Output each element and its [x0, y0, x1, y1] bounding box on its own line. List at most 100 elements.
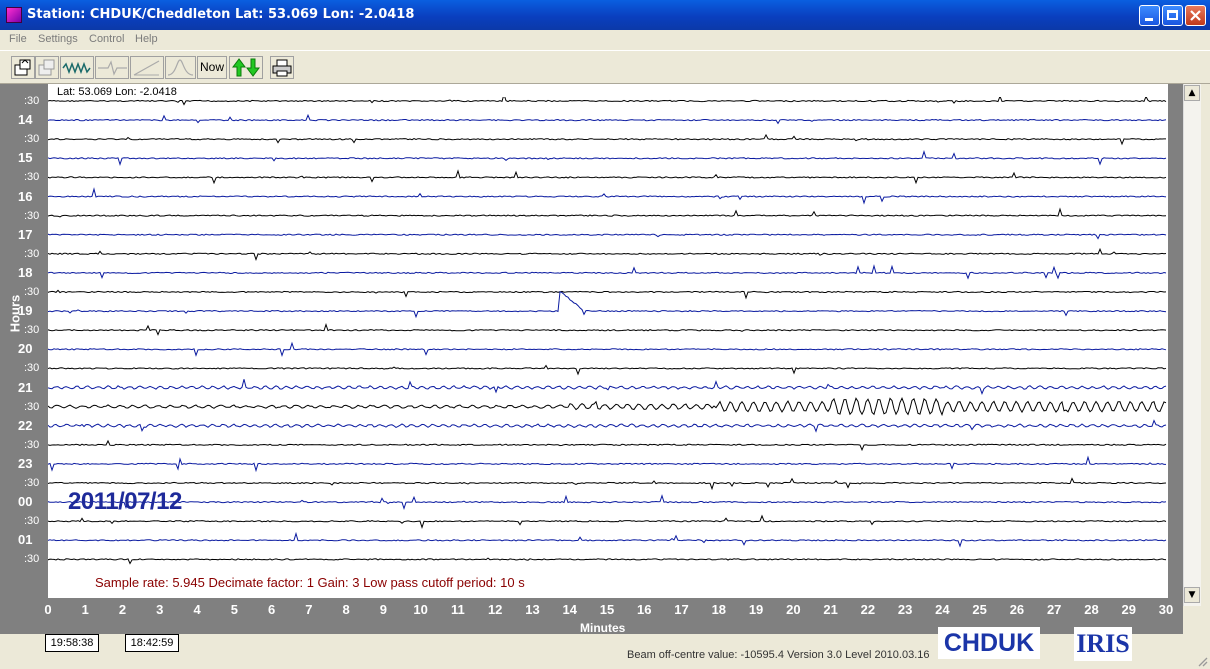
minute-tick-label: 16 — [637, 602, 652, 617]
save-button[interactable] — [35, 56, 59, 79]
trace-line — [48, 455, 1166, 473]
trace-line — [48, 419, 1167, 433]
menu-help[interactable]: Help — [135, 33, 158, 45]
minute-tick-label: 9 — [379, 602, 388, 617]
ramp-button[interactable] — [130, 56, 164, 79]
now-button[interactable]: Now — [197, 56, 227, 79]
save-icon — [38, 59, 55, 76]
half-hour-label: :30 — [24, 438, 40, 451]
app-icon[interactable] — [6, 7, 22, 23]
plot-header — [48, 84, 1168, 97]
vertical-scrollbar[interactable] — [1183, 84, 1201, 606]
chduk-logo: CHDUK — [938, 627, 1040, 659]
minute-tick-label: 1 — [81, 602, 89, 617]
trace-line — [48, 247, 1167, 262]
menu-control[interactable]: Control — [89, 33, 124, 45]
trace-line — [48, 97, 1167, 106]
print-icon — [272, 59, 292, 77]
hour-label: 16 — [18, 188, 33, 204]
peak-icon — [167, 59, 194, 76]
minute-tick-label: 20 — [786, 602, 801, 617]
waveform-icon — [62, 61, 91, 75]
trace-line — [48, 323, 1167, 336]
minute-tick-label: 8 — [342, 602, 350, 617]
minute-tick-label: 5 — [230, 602, 238, 617]
minute-tick-label: 24 — [935, 602, 950, 617]
half-hour-label: :30 — [24, 477, 40, 489]
minute-tick-label: 7 — [305, 602, 313, 617]
half-hour-label: :30 — [24, 209, 40, 222]
minute-tick-label: 14 — [562, 602, 577, 617]
hour-axis — [0, 84, 48, 634]
scroll-arrows-button[interactable] — [229, 56, 263, 79]
open-button[interactable] — [11, 56, 35, 79]
trace-line — [48, 364, 1167, 376]
minute-tick-label: 0 — [44, 602, 52, 617]
minute-tick-label: 10 — [413, 602, 428, 617]
trace-line — [48, 439, 1167, 452]
maximize-button[interactable] — [1162, 5, 1183, 26]
minute-tick-label: 19 — [748, 602, 764, 617]
trace-line — [48, 187, 1167, 205]
hour-label: 18 — [18, 264, 33, 280]
minute-tick-label: 4 — [193, 602, 201, 617]
hour-label: 20 — [18, 341, 33, 357]
print-button[interactable] — [270, 56, 294, 79]
hour-label: 22 — [18, 417, 33, 433]
minute-tick-label: 21 — [823, 602, 838, 617]
ramp-icon — [133, 60, 160, 76]
minimize-button[interactable] — [1139, 5, 1160, 26]
minute-tick-label: 13 — [525, 602, 540, 617]
trace-line — [48, 531, 1167, 548]
scroll-up-button[interactable]: ▲ — [1184, 85, 1200, 101]
trace-line — [48, 207, 1167, 218]
minute-tick-label: 3 — [156, 602, 164, 617]
minutes-axis-title: Minutes — [580, 621, 626, 635]
half-hour-label: :30 — [24, 400, 40, 413]
trace-line — [48, 477, 1167, 491]
title-bar: Station: CHDUK/Cheddleton Lat: 53.069 Lo… — [0, 0, 1210, 30]
trace-line — [48, 379, 1167, 396]
peak-button[interactable] — [165, 56, 196, 79]
minute-tick-label: 25 — [972, 602, 987, 617]
trace-line — [48, 341, 1167, 358]
seismogram-traces — [48, 97, 1167, 598]
filter-button[interactable] — [95, 56, 129, 79]
minute-tick-label: 23 — [897, 602, 913, 617]
hour-label: 14 — [18, 112, 33, 128]
hour-label: 01 — [18, 532, 33, 548]
trace-line — [48, 133, 1166, 146]
menu-bar: File Settings Control Help — [0, 30, 1210, 50]
resize-grip-icon[interactable] — [1196, 655, 1208, 667]
minute-tick-label: 29 — [1121, 602, 1136, 617]
half-hour-label: :30 — [24, 95, 40, 107]
toolbar: Now — [0, 50, 1210, 84]
trace-line — [48, 169, 1167, 185]
waveform-button[interactable] — [60, 56, 94, 79]
trace-line — [48, 494, 1167, 511]
minute-tick-label: 2 — [118, 602, 127, 617]
minute-tick-label: 6 — [267, 602, 276, 617]
minute-tick-label: 15 — [599, 602, 615, 617]
trace-line — [48, 264, 1167, 280]
trace-line — [48, 557, 1167, 565]
half-hour-label: :30 — [24, 362, 40, 375]
menu-file[interactable]: File — [9, 33, 27, 45]
minute-tick-label: 12 — [487, 602, 503, 617]
trace-line — [48, 514, 1167, 530]
trace-line — [48, 113, 1167, 125]
hours-axis-title: Hours — [7, 294, 23, 333]
minute-tick-label: 30 — [1158, 602, 1174, 617]
close-button[interactable] — [1185, 5, 1206, 26]
minute-tick-label: 18 — [711, 602, 727, 617]
time-display-2: 18:42:59 — [125, 634, 179, 652]
minute-tick-label: 11 — [451, 602, 465, 617]
scroll-down-button[interactable]: ▼ — [1184, 587, 1200, 603]
hour-label: 23 — [18, 455, 33, 471]
trace-line — [48, 233, 1167, 240]
minute-tick-label: 27 — [1046, 602, 1062, 617]
plot-right-border — [1168, 84, 1183, 606]
menu-settings[interactable]: Settings — [38, 33, 78, 45]
half-hour-label: :30 — [24, 247, 40, 260]
minute-tick-label: 28 — [1084, 602, 1099, 617]
